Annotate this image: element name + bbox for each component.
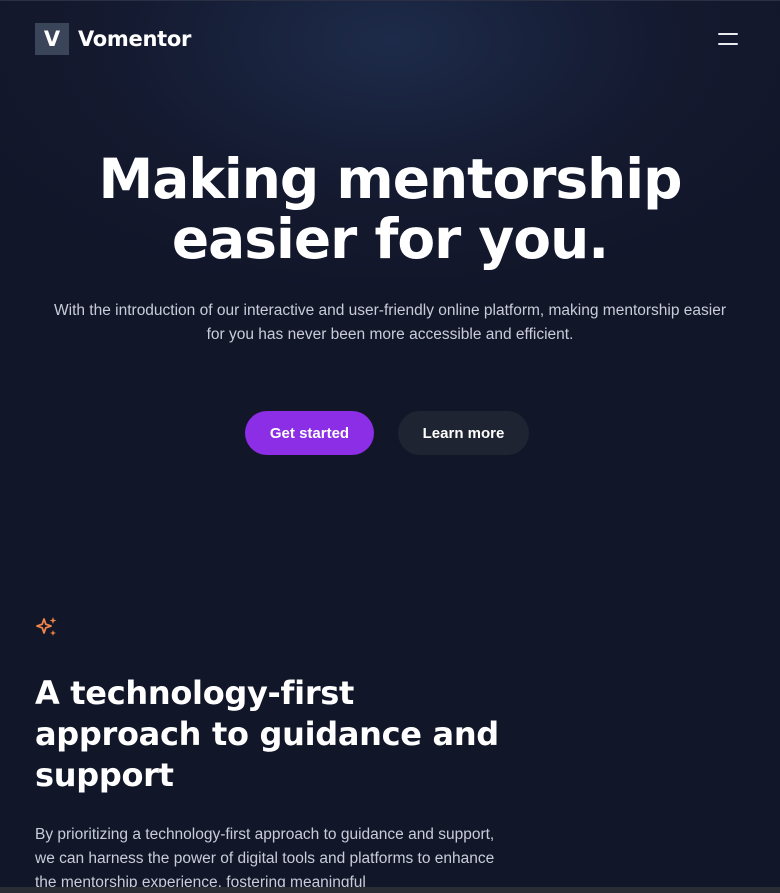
get-started-button[interactable]: Get started [245,411,374,455]
learn-more-button[interactable]: Learn more [398,411,529,455]
feature-body: By prioritizing a technology-first appro… [35,826,495,891]
menu-line-top [718,33,738,35]
feature-title: A technology-first approach to guidance … [35,674,499,794]
hamburger-menu-icon[interactable] [718,29,740,49]
hero-title-line1: Making mentorship [98,147,682,211]
brand-logo[interactable]: V Vomentor [35,23,191,55]
logo-mark: V [35,23,69,55]
menu-line-bottom [718,43,738,45]
brand-name: Vomentor [78,27,192,51]
hero-subtitle: With the introduction of our interactive… [54,302,726,343]
page: V Vomentor Making mentorship easier for … [0,0,780,893]
bottom-bar [0,887,780,893]
hero-title-line2: easier for you. [171,207,609,271]
sparkle-icon [36,617,57,636]
hero-title: Making mentorship easier for you. [40,149,740,269]
site-header: V Vomentor [35,23,740,57]
